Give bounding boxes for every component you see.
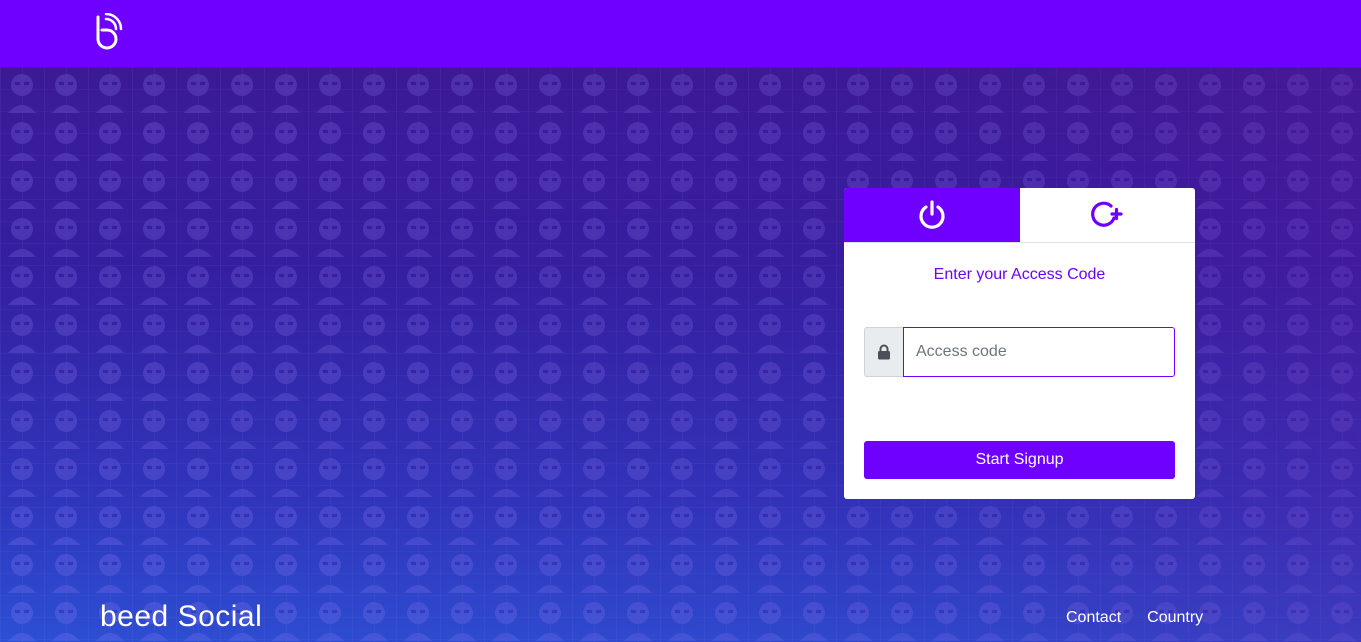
footer-nav: Contact Country bbox=[1066, 609, 1203, 627]
auth-tabs bbox=[844, 188, 1195, 243]
footer-brand-logo: beed Social bbox=[100, 600, 263, 633]
add-circle-icon bbox=[1091, 201, 1123, 227]
access-code-card: Enter your Access Code Start Signup bbox=[844, 188, 1195, 499]
lock-icon bbox=[878, 344, 890, 360]
tab-login[interactable] bbox=[844, 188, 1020, 242]
input-prefix bbox=[864, 327, 903, 377]
power-icon bbox=[919, 200, 945, 229]
tab-signup[interactable] bbox=[1019, 188, 1195, 242]
top-bar bbox=[0, 0, 1361, 67]
start-signup-button[interactable]: Start Signup bbox=[864, 441, 1175, 479]
beed-logo-icon[interactable] bbox=[92, 13, 124, 51]
access-code-input[interactable] bbox=[903, 327, 1175, 377]
access-code-group bbox=[864, 327, 1175, 377]
contact-link[interactable]: Contact bbox=[1066, 609, 1121, 627]
card-title: Enter your Access Code bbox=[933, 266, 1106, 283]
page: Enter your Access Code Start Signup beed… bbox=[0, 0, 1361, 642]
country-link[interactable]: Country bbox=[1147, 609, 1203, 627]
